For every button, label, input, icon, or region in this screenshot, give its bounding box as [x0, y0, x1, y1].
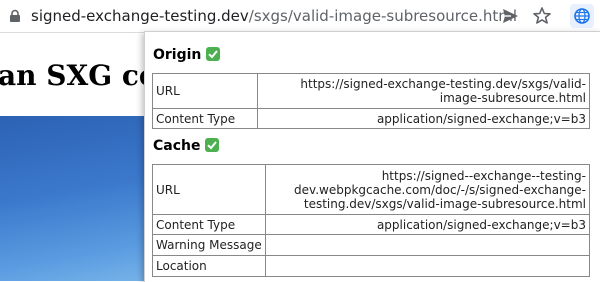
cache-content-type-value: application/signed-exchange;v=b3 — [265, 214, 590, 235]
page-heading: an SXG co — [0, 59, 158, 92]
table-row: URL https://signed-exchange-testing.dev/… — [152, 73, 590, 109]
cache-warning-value — [265, 234, 590, 256]
url-path: /sxgs/valid-image-subresource.html — [248, 7, 518, 25]
globe-icon — [574, 8, 590, 24]
extension-popup: Origin URL https://signed-exchange-testi… — [144, 31, 600, 282]
cache-location-key: Location — [152, 255, 266, 277]
table-row: Content Type application/signed-exchange… — [152, 108, 590, 129]
checkmark-icon — [206, 47, 221, 61]
cache-section-title: Cache — [153, 138, 220, 154]
sky-image — [0, 116, 150, 281]
url-text[interactable]: signed-exchange-testing.dev/sxgs/valid-i… — [31, 7, 517, 25]
extension-button[interactable] — [570, 4, 594, 28]
origin-title-text: Origin — [153, 47, 202, 63]
origin-section-title: Origin — [153, 47, 221, 63]
origin-url-key: URL — [152, 73, 258, 109]
origin-content-type-value: application/signed-exchange;v=b3 — [257, 108, 590, 129]
address-bar: signed-exchange-testing.dev/sxgs/valid-i… — [0, 0, 600, 33]
lock-icon[interactable] — [8, 9, 22, 23]
cache-url-value: https://signed--exchange--testing-dev.we… — [265, 164, 590, 215]
star-icon[interactable] — [531, 5, 553, 27]
table-row: Location — [152, 255, 590, 277]
cache-content-type-key: Content Type — [152, 214, 266, 235]
cache-title-text: Cache — [153, 138, 201, 154]
url-host: signed-exchange-testing.dev — [31, 7, 249, 25]
send-icon[interactable] — [499, 5, 521, 27]
origin-content-type-key: Content Type — [152, 108, 258, 129]
cache-location-value — [265, 255, 590, 277]
cache-table: URL https://signed--exchange--testing-de… — [152, 164, 590, 277]
checkmark-icon — [205, 138, 220, 152]
origin-table: URL https://signed-exchange-testing.dev/… — [152, 73, 590, 129]
cache-url-key: URL — [152, 164, 266, 215]
table-row: Warning Message — [152, 234, 590, 256]
table-row: Content Type application/signed-exchange… — [152, 214, 590, 235]
cache-warning-key: Warning Message — [152, 234, 266, 256]
table-row: URL https://signed--exchange--testing-de… — [152, 164, 590, 215]
origin-url-value: https://signed-exchange-testing.dev/sxgs… — [257, 73, 590, 109]
